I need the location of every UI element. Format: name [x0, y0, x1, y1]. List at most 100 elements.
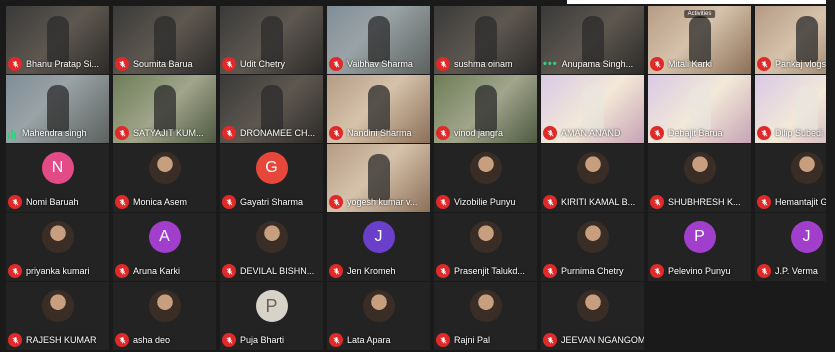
participant-tile[interactable]: Soumita Barua [113, 6, 216, 74]
participant-label: yogesh kumar v... [329, 194, 417, 210]
participant-tile[interactable]: Dilip Subedi [755, 75, 835, 143]
avatar [41, 221, 74, 253]
participant-label: Pelevino Punyu [650, 263, 731, 279]
participant-tile[interactable]: Activities Mitali Karki [648, 6, 751, 74]
avatar-initial: P [265, 295, 278, 316]
participant-gallery: Bhanu Pratap Si... Soumita Barua Udit Chet… [6, 6, 835, 350]
participant-name: Aruna Karki [133, 266, 181, 276]
participant-label: Dilip Subedi [757, 125, 823, 141]
participant-label: J.P. Verma [757, 263, 818, 279]
participant-tile[interactable]: Hemantajit Gogoi [755, 144, 835, 212]
participant-tile[interactable]: J Jen Kromeh [327, 213, 430, 281]
participant-label: vinod jangra [436, 125, 503, 141]
participant-tile[interactable]: AMAN ANAND [541, 75, 644, 143]
mic-muted-icon [436, 333, 450, 347]
participant-tile[interactable]: ••• Anupama Singh... [541, 6, 644, 74]
participant-label: SHUBHRESH K... [650, 194, 741, 210]
participant-tile[interactable]: SHUBHRESH K... [648, 144, 751, 212]
participant-tile[interactable]: SATYAJIT KUM... [113, 75, 216, 143]
mic-muted-icon [543, 195, 557, 209]
participant-name: Puja Bharti [240, 335, 285, 345]
avatar [683, 152, 716, 184]
participant-label: asha deo [115, 332, 170, 348]
participant-tile[interactable]: P Puja Bharti [220, 282, 323, 350]
avatar-initial: P [694, 228, 705, 245]
participant-tile[interactable]: J J.P. Verma [755, 213, 835, 281]
mic-muted-icon [757, 57, 771, 71]
participant-tile[interactable]: Vaibhav Sharma [327, 6, 430, 74]
participant-name: Dilip Subedi [775, 128, 824, 138]
avatar: A [148, 221, 181, 253]
mic-muted-icon [436, 264, 450, 278]
avatar [576, 290, 609, 322]
participant-name: DEVILAL BISHN... [240, 266, 315, 276]
participant-tile[interactable]: Pankaj vlogs [755, 6, 835, 74]
participant-name: JEEVAN NGANGOM [561, 335, 644, 345]
avatar-initial: A [159, 228, 170, 245]
avatar-initial: J [802, 228, 811, 245]
participant-tile[interactable]: A Aruna Karki [113, 213, 216, 281]
participant-name: J.P. Verma [775, 266, 818, 276]
participant-tile[interactable]: KIRITI KAMAL B... [541, 144, 644, 212]
mic-muted-icon [436, 126, 450, 140]
participant-name: Purnima Chetry [561, 266, 624, 276]
participant-tile[interactable]: Nandini Sharma [327, 75, 430, 143]
participant-tile[interactable]: N Nomi Baruah [6, 144, 109, 212]
avatar-initial: N [51, 159, 64, 176]
participant-tile[interactable]: sushma oinam [434, 6, 537, 74]
participant-name: Jen Kromeh [347, 266, 396, 276]
participant-name: RAJESH KUMAR [26, 335, 97, 345]
mic-muted-icon [115, 195, 129, 209]
participant-tile[interactable]: P Pelevino Punyu [648, 213, 751, 281]
participant-tile[interactable]: priyanka kumari [6, 213, 109, 281]
participant-tile[interactable]: Vizobilie Punyu [434, 144, 537, 212]
participant-label: Rajni Pal [436, 332, 490, 348]
participant-name: AMAN ANAND [561, 128, 621, 138]
gallery-row: N Nomi Baruah Monica Asem G Gayatri Sharma yo… [6, 144, 835, 212]
mic-muted-icon [757, 195, 771, 209]
speaking-indicator-icon [8, 127, 18, 139]
participant-tile[interactable]: Udit Chetry [220, 6, 323, 74]
participant-tile[interactable]: DEVILAL BISHN... [220, 213, 323, 281]
participant-tile[interactable]: Debajit Barua [648, 75, 751, 143]
participant-name: Lata Apara [347, 335, 391, 345]
participant-tile[interactable]: yogesh kumar v... [327, 144, 430, 212]
mic-muted-icon [329, 126, 343, 140]
participant-tile[interactable]: asha deo [113, 282, 216, 350]
participant-tile[interactable]: Rajni Pal [434, 282, 537, 350]
participant-label: Jen Kromeh [329, 263, 396, 279]
participant-tile[interactable]: DRONAMEE CH... [220, 75, 323, 143]
participant-label: SATYAJIT KUM... [115, 125, 204, 141]
avatar: N [41, 152, 74, 184]
participant-name: yogesh kumar v... [347, 197, 418, 207]
participant-name: SATYAJIT KUM... [133, 128, 204, 138]
participant-tile[interactable]: vinod jangra [434, 75, 537, 143]
participant-label: Lata Apara [329, 332, 391, 348]
participant-name: Anupama Singh... [561, 59, 634, 69]
participant-tile[interactable]: Bhanu Pratap Si... [6, 6, 109, 74]
activity-tag: Activities [683, 10, 716, 18]
avatar [362, 290, 395, 322]
participant-tile[interactable]: Monica Asem [113, 144, 216, 212]
avatar-initial: G [265, 159, 278, 176]
participant-name: priyanka kumari [26, 266, 90, 276]
participant-tile[interactable]: Lata Apara [327, 282, 430, 350]
participant-label: RAJESH KUMAR [8, 332, 97, 348]
avatar: G [255, 152, 288, 184]
participant-tile[interactable]: Mahendra singh [6, 75, 109, 143]
mic-muted-icon [222, 195, 236, 209]
mic-muted-icon [115, 126, 129, 140]
participant-tile[interactable]: G Gayatri Sharma [220, 144, 323, 212]
mic-muted-icon [436, 195, 450, 209]
participant-name: Pelevino Punyu [668, 266, 731, 276]
participant-name: Vizobilie Punyu [454, 197, 516, 207]
participant-label: Gayatri Sharma [222, 194, 303, 210]
participant-tile[interactable]: RAJESH KUMAR [6, 282, 109, 350]
participant-tile[interactable]: Prasenjit Talukd... [434, 213, 537, 281]
participant-tile[interactable]: JEEVAN NGANGOM [541, 282, 644, 350]
participant-name: Soumita Barua [133, 59, 193, 69]
participant-name: asha deo [133, 335, 171, 345]
avatar [255, 221, 288, 253]
mic-muted-icon [757, 264, 771, 278]
participant-tile[interactable]: Purnima Chetry [541, 213, 644, 281]
